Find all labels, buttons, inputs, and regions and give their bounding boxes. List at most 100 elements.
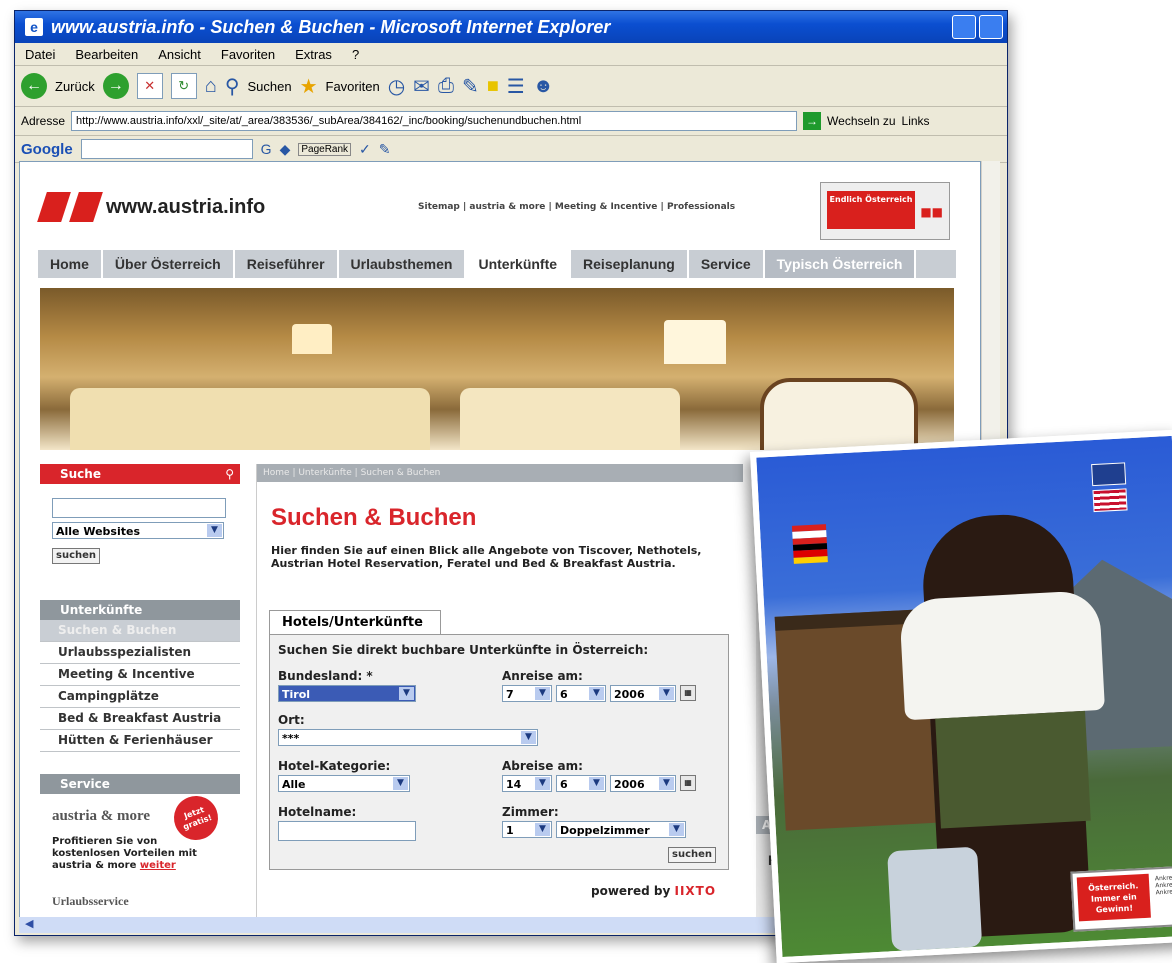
powered-by-text: powered by xyxy=(591,884,671,898)
armchair-shape xyxy=(760,378,918,450)
urlaubsservice-label[interactable]: Urlaubsservice xyxy=(52,894,129,909)
back-icon[interactable]: ← xyxy=(21,73,47,99)
chevron-down-icon: ▼ xyxy=(535,687,550,700)
history-icon[interactable]: ◷ xyxy=(388,74,405,99)
site-search-button[interactable]: suchen xyxy=(52,548,101,564)
go-button-label[interactable]: Wechseln zu xyxy=(827,114,895,128)
menu-item-campingplaetze[interactable]: Campingplätze xyxy=(40,686,240,708)
back-button-label[interactable]: Zurück xyxy=(55,79,95,94)
booking-form: Suchen Sie direkt buchbare Unterkünfte i… xyxy=(269,634,729,870)
menu-datei[interactable]: Datei xyxy=(15,47,65,62)
notes-icon[interactable]: ■ xyxy=(487,75,499,98)
standard-toolbar: ← Zurück → ✕ ↻ ⌂ ⚲ Suchen ★ Favoriten ◷ … xyxy=(15,66,1007,107)
main-content: Home | Unterkünfte | Suchen & Buchen Suc… xyxy=(256,464,743,918)
nav-urlaubsthemen[interactable]: Urlaubsthemen xyxy=(339,250,467,278)
submit-search-button[interactable]: suchen xyxy=(668,847,717,863)
kategorie-select[interactable]: Alle ▼ xyxy=(278,775,410,792)
search-button-label[interactable]: Suchen xyxy=(247,79,291,94)
anreise-day-select[interactable]: 7 ▼ xyxy=(502,685,552,702)
anreise-month-select[interactable]: 6 ▼ xyxy=(556,685,606,702)
nav-service[interactable]: Service xyxy=(689,250,765,278)
chevron-down-icon: ▼ xyxy=(393,777,408,790)
bundesland-select[interactable]: Tirol ▼ xyxy=(278,685,416,702)
hotelname-input[interactable] xyxy=(278,821,416,841)
logo-text: www.austria.info xyxy=(106,195,266,218)
refresh-icon[interactable]: ↻ xyxy=(170,73,197,99)
zimmer-label: Zimmer: xyxy=(502,805,559,819)
zimmer-type-select[interactable]: Doppelzimmer ▼ xyxy=(556,821,686,838)
anreise-month-value: 6 xyxy=(560,688,568,701)
search-scope-select[interactable]: Alle Websites ▼ xyxy=(52,522,224,539)
anreise-year-select[interactable]: 2006 ▼ xyxy=(610,685,676,702)
tab-hotels[interactable]: Hotels/Unterkünfte xyxy=(269,610,441,634)
abreise-month-select[interactable]: 6 ▼ xyxy=(556,775,606,792)
minimize-button[interactable] xyxy=(952,15,976,39)
links-label[interactable]: Links xyxy=(902,114,930,128)
breadcrumb[interactable]: Home | Unterkünfte | Suchen & Buchen xyxy=(257,464,743,482)
accommodation-header: Unterkünfte xyxy=(40,600,240,620)
address-input[interactable]: http://www.austria.info/xxl/_site/at/_ar… xyxy=(71,111,798,131)
chevron-down-icon: ▼ xyxy=(589,687,604,700)
chevron-down-icon: ▼ xyxy=(535,823,550,836)
menu-ansicht[interactable]: Ansicht xyxy=(148,47,211,62)
nav-home[interactable]: Home xyxy=(38,250,103,278)
bundesland-label: Bundesland: * xyxy=(278,669,373,683)
menu-item-suchen-buchen[interactable]: Suchen & Buchen xyxy=(40,620,240,642)
home-icon[interactable]: ⌂ xyxy=(205,75,217,98)
chevron-down-icon: ▼ xyxy=(659,687,674,700)
google-search-icon[interactable]: G xyxy=(261,141,272,157)
messenger-icon[interactable]: ☻ xyxy=(533,75,554,98)
austria-flag-icon[interactable] xyxy=(791,524,828,564)
ort-select[interactable]: *** ▼ xyxy=(278,729,538,746)
scroll-left-icon[interactable]: ◀ xyxy=(19,917,33,930)
menu-item-urlaubsspezialisten[interactable]: Urlaubsspezialisten xyxy=(40,642,240,664)
chevron-down-icon: ▼ xyxy=(207,524,222,537)
zimmer-count-select[interactable]: 1 ▼ xyxy=(502,821,552,838)
search-panel-header: Suche ⚲ xyxy=(40,464,240,484)
favorites-icon[interactable]: ★ xyxy=(300,74,318,99)
logo-flag-icon xyxy=(69,192,103,222)
nav-unterkuenfte[interactable]: Unterkünfte xyxy=(466,250,572,278)
stop-icon[interactable]: ✕ xyxy=(136,73,163,99)
nav-reiseplanung[interactable]: Reiseplanung xyxy=(571,250,689,278)
magnifier-icon: ⚲ xyxy=(225,467,234,481)
top-links[interactable]: Sitemap | austria & more | Meeting & Inc… xyxy=(418,202,735,212)
calendar-icon[interactable]: ▦ xyxy=(680,775,696,791)
google-logo[interactable]: Google xyxy=(21,141,73,158)
us-flag-icon[interactable] xyxy=(1092,488,1128,513)
research-icon[interactable]: ☰ xyxy=(507,74,525,99)
site-search-input[interactable] xyxy=(52,498,226,518)
maximize-button[interactable] xyxy=(979,15,1003,39)
endlich-oesterreich-badge[interactable]: Endlich Österreich ■■ xyxy=(820,182,950,240)
menu-extras[interactable]: Extras xyxy=(285,47,342,62)
google-search-input[interactable] xyxy=(80,139,253,159)
abreise-day-select[interactable]: 14 ▼ xyxy=(502,775,552,792)
nav-reisefuehrer[interactable]: Reiseführer xyxy=(235,250,339,278)
print-icon[interactable]: ⎙ xyxy=(438,75,454,98)
abreise-year-select[interactable]: 2006 ▼ xyxy=(610,775,676,792)
site-logo[interactable]: www.austria.info xyxy=(37,192,266,222)
promo-link[interactable]: weiter xyxy=(140,860,176,871)
favorites-button-label[interactable]: Favoriten xyxy=(326,79,380,94)
menu-favoriten[interactable]: Favoriten xyxy=(211,47,285,62)
menu-help[interactable]: ? xyxy=(342,47,369,62)
lederhosen-shape xyxy=(935,710,1091,829)
news-icon[interactable]: ◆ xyxy=(280,141,291,158)
menu-item-huetten[interactable]: Hütten & Ferienhäuser xyxy=(40,730,240,752)
nav-ueber-oesterreich[interactable]: Über Österreich xyxy=(103,250,235,278)
spellcheck-icon[interactable]: ✓ xyxy=(359,141,371,158)
autofill-icon[interactable]: ✎ xyxy=(379,141,391,158)
go-icon[interactable]: → xyxy=(803,112,822,130)
nav-typisch-oesterreich[interactable]: Typisch Österreich xyxy=(764,250,917,278)
menu-item-meeting-incentive[interactable]: Meeting & Incentive xyxy=(40,664,240,686)
uk-flag-icon[interactable] xyxy=(1091,462,1127,487)
menu-item-bed-breakfast[interactable]: Bed & Breakfast Austria xyxy=(40,708,240,730)
calendar-icon[interactable]: ▦ xyxy=(680,685,696,701)
pagerank-label[interactable]: PageRank xyxy=(298,142,352,156)
menu-bearbeiten[interactable]: Bearbeiten xyxy=(65,47,148,62)
search-icon[interactable]: ⚲ xyxy=(225,74,240,99)
abreise-label: Abreise am: xyxy=(502,759,583,773)
edit-icon[interactable]: ✎ xyxy=(462,74,479,99)
forward-icon[interactable]: → xyxy=(102,73,129,99)
mail-icon[interactable]: ✉ xyxy=(413,74,430,99)
